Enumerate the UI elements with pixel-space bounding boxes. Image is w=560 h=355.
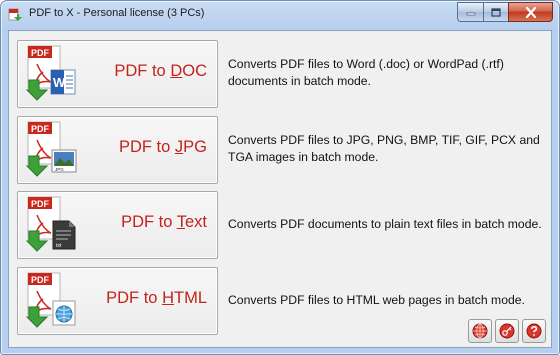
- svg-text:W: W: [53, 75, 66, 90]
- globe-icon: [472, 323, 488, 339]
- label-prefix: PDF to: [118, 138, 175, 156]
- label-suffix: OC: [182, 62, 207, 80]
- converter-row-jpg: PDF JPG PDF to JPG Converts PDF files to…: [17, 116, 549, 184]
- label-hotkey: T: [176, 213, 185, 231]
- pdf-to-text-button[interactable]: PDF txt PDF to Text: [17, 191, 218, 259]
- pdf-to-doc-description: Converts PDF files to Word (.doc) or Wor…: [228, 57, 504, 88]
- label-suffix: ext: [184, 213, 207, 231]
- pdf-to-html-button[interactable]: PDF PDF to HTML: [17, 267, 218, 335]
- pdf-to-html-icon: PDF: [25, 272, 76, 328]
- converter-row-text: PDF txt PDF to Text Converts PDF documen…: [17, 191, 549, 259]
- pdf-to-jpg-label: PDF to JPG: [119, 138, 207, 157]
- pdf-to-jpg-button[interactable]: PDF JPG PDF to JPG: [17, 116, 218, 184]
- footer-buttons: [468, 319, 546, 343]
- close-button[interactable]: [508, 2, 553, 22]
- label-suffix: PG: [183, 138, 207, 156]
- label-prefix: PDF to: [106, 289, 163, 307]
- main-panel: PDF W PDF to DOC Converts PDF files to W…: [8, 30, 552, 348]
- caption-buttons: [457, 2, 553, 22]
- maximize-icon: [491, 7, 501, 17]
- minimize-button[interactable]: [457, 2, 483, 22]
- pdf-to-jpg-description: Converts PDF files to JPG, PNG, BMP, TIF…: [228, 133, 540, 164]
- window-title: PDF to X - Personal license (3 PCs): [29, 7, 205, 19]
- svg-text:PDF: PDF: [31, 48, 50, 58]
- pdf-to-text-icon: PDF txt: [25, 196, 76, 252]
- label-hotkey: D: [170, 62, 183, 80]
- svg-text:PDF: PDF: [31, 199, 50, 209]
- label-prefix: PDF to: [114, 62, 171, 80]
- help-icon: [526, 323, 542, 339]
- key-icon: [499, 323, 515, 339]
- application-window: PDF to X - Personal license (3 PCs) PDF: [0, 0, 560, 355]
- help-button[interactable]: [522, 319, 546, 343]
- label-hotkey: H: [162, 289, 174, 307]
- pdf-to-doc-label: PDF to DOC: [114, 62, 207, 81]
- pdf-to-html-label: PDF to HTML: [106, 289, 207, 308]
- register-button[interactable]: [495, 319, 519, 343]
- svg-text:PDF: PDF: [31, 124, 50, 134]
- svg-text:PDF: PDF: [31, 275, 50, 285]
- title-bar[interactable]: PDF to X - Personal license (3 PCs): [1, 1, 559, 29]
- converter-row-doc: PDF W PDF to DOC Converts PDF files to W…: [17, 40, 549, 108]
- website-button[interactable]: [468, 319, 492, 343]
- label-hotkey: J: [174, 138, 184, 156]
- label-suffix: TML: [174, 289, 207, 307]
- maximize-button[interactable]: [483, 2, 508, 22]
- app-icon: [8, 8, 22, 21]
- pdf-to-text-description: Converts PDF documents to plain text fil…: [228, 216, 542, 231]
- pdf-to-doc-button[interactable]: PDF W PDF to DOC: [17, 40, 218, 108]
- close-icon: [525, 6, 536, 18]
- svg-text:JPG: JPG: [55, 167, 64, 172]
- pdf-to-doc-icon: PDF W: [25, 45, 76, 101]
- pdf-to-text-label: PDF to Text: [121, 213, 207, 232]
- minimize-icon: [466, 12, 475, 16]
- label-prefix: PDF to: [121, 213, 177, 231]
- pdf-to-jpg-icon: PDF JPG: [25, 121, 77, 177]
- svg-text:txt: txt: [56, 243, 62, 249]
